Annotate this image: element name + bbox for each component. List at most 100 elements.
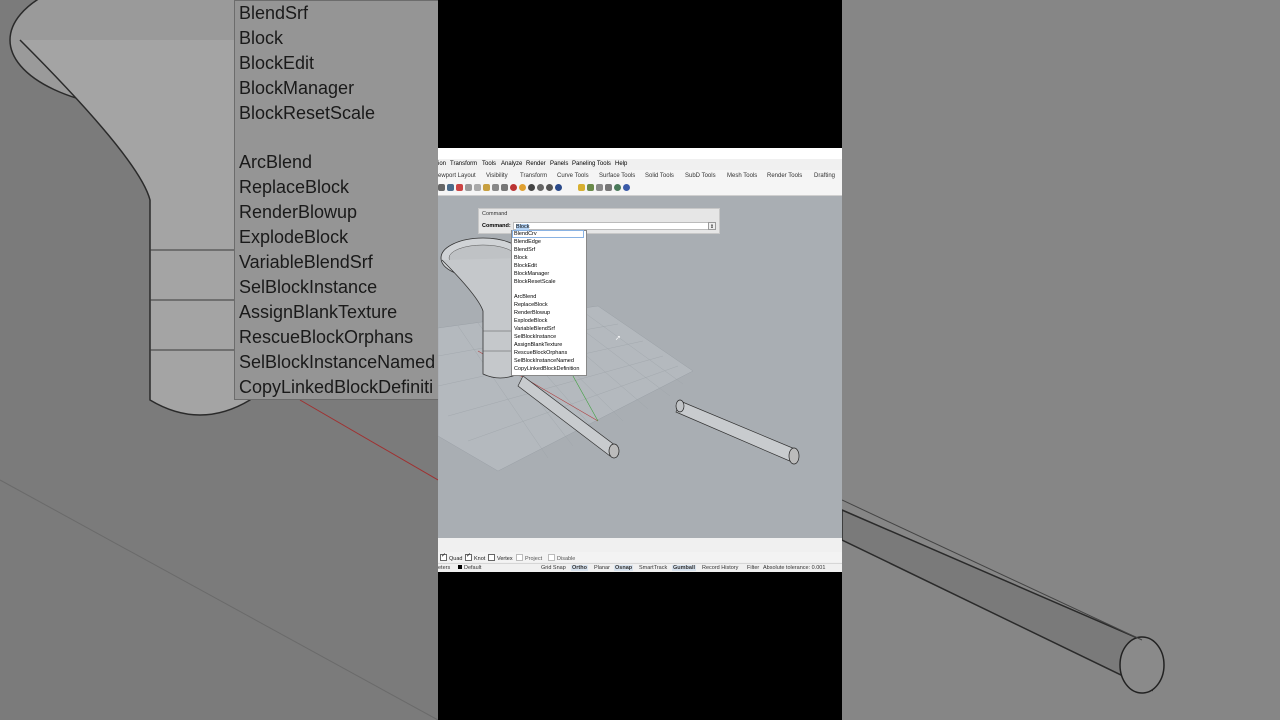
help-icon[interactable]	[623, 184, 630, 191]
vertex-label: Vertex	[497, 556, 513, 562]
center-frame: ion Transform Tools Analyze Render Panel…	[438, 0, 842, 720]
toolbar-icon[interactable]	[492, 184, 499, 191]
autocomplete-item[interactable]: ExplodeBlock	[514, 318, 547, 324]
tab-surface-tools[interactable]: Surface Tools	[599, 173, 635, 179]
menu-analyze[interactable]: Analyze	[501, 161, 522, 167]
command-label: Command:	[482, 223, 511, 229]
autocomplete-item[interactable]: ArcBlend	[514, 294, 536, 300]
menu-panels[interactable]: Panels	[550, 161, 568, 167]
zoomed-autocomplete-list: BlendSrf Block BlockEdit BlockManager Bl…	[234, 0, 438, 400]
disable-checkbox[interactable]: Disable	[548, 554, 575, 562]
tab-viewport-layout[interactable]: ewport Layout	[438, 173, 476, 179]
ortho-toggle[interactable]: Ortho	[571, 565, 588, 571]
zoom-item: ReplaceBlock	[239, 177, 350, 197]
project-label: Project	[525, 556, 543, 562]
background-zoom-right	[842, 0, 1280, 720]
menu-tools[interactable]: Tools	[482, 161, 496, 167]
toolbar-icon[interactable]	[528, 184, 535, 191]
zoom-item: SelBlockInstance	[239, 277, 378, 297]
record-history-toggle[interactable]: Record History	[702, 565, 738, 571]
toolbar-icon[interactable]	[614, 184, 621, 191]
toolbar-icon[interactable]	[596, 184, 603, 191]
smarttrack-toggle[interactable]: SmartTrack	[639, 565, 667, 571]
layer-name: Default	[464, 565, 482, 571]
toolbar-icon[interactable]	[546, 184, 553, 191]
checkbox-icon	[548, 554, 555, 561]
tab-transform[interactable]: Transform	[520, 173, 547, 179]
zoom-item: SelBlockInstanceNamed	[239, 352, 436, 372]
toolbar-icon[interactable]	[605, 184, 612, 191]
knot-label: Knot	[474, 556, 486, 562]
layer-indicator[interactable]: Default	[458, 565, 481, 571]
checkbox-icon	[488, 554, 495, 561]
tab-drafting[interactable]: Drafting	[814, 173, 835, 179]
icon-toolbar	[438, 181, 842, 196]
status-bar: eters Default Grid Snap Ortho Planar Osn…	[438, 563, 842, 572]
autocomplete-item[interactable]: BlendEdge	[514, 239, 541, 245]
autocomplete-item[interactable]: VariableBlendSrf	[514, 326, 555, 332]
tolerance-label: Absolute tolerance: 0.001	[763, 565, 826, 571]
mouse-cursor-icon: ➚	[615, 335, 621, 342]
tab-subd-tools[interactable]: SubD Tools	[685, 173, 716, 179]
filter-toggle[interactable]: Filter	[747, 565, 759, 571]
toolbar-icon[interactable]	[501, 184, 508, 191]
gumball-toggle[interactable]: Gumball	[672, 565, 697, 571]
zoom-item: BlockResetScale	[239, 103, 376, 123]
menu-bar: ion Transform Tools Analyze Render Panel…	[438, 148, 842, 167]
perspective-viewport[interactable]: Command Command: Block ⇕ BlendCrv BlendE…	[438, 196, 842, 538]
project-checkbox[interactable]: Project	[516, 554, 542, 562]
layer-color-swatch	[458, 565, 462, 569]
planar-toggle[interactable]: Planar	[594, 565, 610, 571]
autocomplete-item[interactable]: ReplaceBlock	[514, 302, 548, 308]
toolbar-icon[interactable]	[555, 184, 562, 191]
autocomplete-item[interactable]: BlockResetScale	[514, 279, 556, 285]
menu-transform[interactable]: Transform	[450, 161, 477, 167]
toolbar-icon[interactable]	[537, 184, 544, 191]
grid-snap-toggle[interactable]: Grid Snap	[541, 565, 566, 571]
zoomed-pipe-graphic	[842, 499, 1165, 694]
toolbar-icon[interactable]	[483, 184, 490, 191]
toolbar-icon[interactable]	[447, 184, 454, 191]
autocomplete-item[interactable]: BlendSrf	[514, 247, 535, 253]
zoom-item: BlendSrf	[239, 3, 309, 23]
autocomplete-item[interactable]: SelBlockInstanceNamed	[514, 358, 574, 364]
zoom-item: BlockManager	[239, 78, 355, 98]
menu-help[interactable]: Help	[615, 161, 627, 167]
menu-render[interactable]: Render	[526, 161, 546, 167]
tab-solid-tools[interactable]: Solid Tools	[645, 173, 674, 179]
zoom-item: VariableBlendSrf	[239, 252, 373, 272]
autocomplete-item[interactable]: RescueBlockOrphans	[514, 350, 567, 356]
toolbar-icon[interactable]	[438, 184, 445, 191]
toolbar-icon[interactable]	[474, 184, 481, 191]
units-label[interactable]: eters	[438, 565, 450, 571]
autocomplete-item[interactable]: AssignBlankTexture	[514, 342, 562, 348]
toolbar-icon[interactable]	[578, 184, 585, 191]
background-zoom-left: BlendSrf Block BlockEdit BlockManager Bl…	[0, 0, 438, 720]
toolbar-icon[interactable]	[465, 184, 472, 191]
tab-render-tools[interactable]: Render Tools	[767, 173, 802, 179]
toolbar-icon[interactable]	[519, 184, 526, 191]
autocomplete-item[interactable]: CopyLinkedBlockDefinition	[514, 366, 579, 372]
osnap-toggle[interactable]: Osnap	[614, 565, 634, 571]
autocomplete-item[interactable]: Block	[514, 255, 527, 261]
knot-checkbox[interactable]: Knot	[465, 552, 486, 562]
autocomplete-item[interactable]: SelBlockInstance	[514, 334, 556, 340]
checkbox-checked-icon	[440, 552, 447, 561]
toolbar-icon[interactable]	[456, 184, 463, 191]
autocomplete-item[interactable]: RenderBlowup	[514, 310, 550, 316]
tab-mesh-tools[interactable]: Mesh Tools	[727, 173, 757, 179]
menu-item[interactable]: ion	[438, 161, 446, 167]
command-input[interactable]: Block	[513, 222, 711, 230]
tab-visibility[interactable]: Visibility	[486, 173, 508, 179]
menu-paneling-tools[interactable]: Paneling Tools	[572, 161, 611, 167]
autocomplete-item[interactable]: BlendCrv	[512, 230, 584, 238]
toolbar-icon[interactable]	[510, 184, 517, 191]
toolbar-icon[interactable]	[587, 184, 594, 191]
autocomplete-item[interactable]: BlockManager	[514, 271, 549, 277]
vertex-checkbox[interactable]: Vertex	[488, 554, 513, 562]
command-history-icon[interactable]: ⇕	[708, 222, 716, 230]
quad-checkbox[interactable]: Quad	[440, 552, 462, 562]
tab-curve-tools[interactable]: Curve Tools	[557, 173, 589, 179]
autocomplete-item[interactable]: BlockEdit	[514, 263, 537, 269]
zoom-item: AssignBlankTexture	[239, 302, 398, 322]
